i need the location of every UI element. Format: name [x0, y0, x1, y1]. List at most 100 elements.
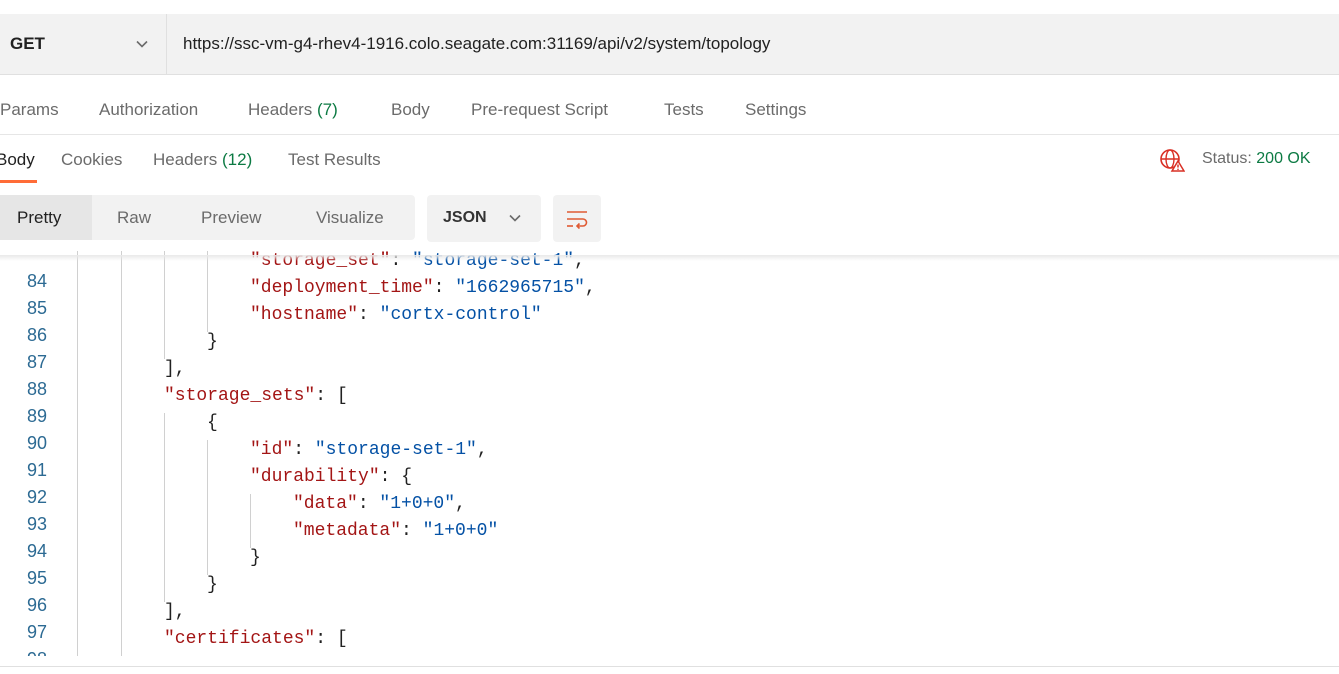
view-raw-button[interactable]: Raw: [117, 208, 151, 228]
editor-bottom-border: [0, 666, 1339, 667]
code-line: 94 "metadata": "1+0+0": [0, 521, 1339, 561]
tab-label: Headers: [248, 100, 313, 119]
active-tab-underline: [0, 180, 37, 183]
tab-label: Settings: [745, 100, 807, 119]
json-key: "id": [250, 440, 294, 460]
wrap-lines-button[interactable]: [553, 195, 601, 242]
tab-response-body[interactable]: Body: [0, 150, 35, 170]
view-preview-button[interactable]: Preview: [201, 208, 261, 228]
code-text: "hostname": "cortx-control": [250, 305, 542, 325]
json-key: "deployment_time": [250, 278, 434, 298]
json-key: "certificates": [164, 629, 316, 649]
code-text: "deployment_time": "1662965715",: [250, 278, 596, 298]
tab-label: Body: [391, 100, 430, 119]
tab-tests[interactable]: Tests: [664, 100, 704, 120]
tab-body[interactable]: Body: [391, 100, 430, 120]
response-headers-count: (12): [222, 150, 253, 169]
json-punct: ,: [476, 440, 488, 460]
code-text: "data": "1+0+0",: [293, 494, 466, 514]
chevron-down-icon: [136, 40, 148, 48]
json-punct: : [: [315, 629, 348, 649]
code-line: 90 {: [0, 413, 1339, 453]
json-punct: :: [293, 440, 315, 460]
status-label: Status:: [1202, 150, 1252, 167]
view-visualize-button[interactable]: Visualize: [316, 208, 384, 228]
code-text: "id": "storage-set-1",: [250, 440, 488, 460]
json-string: "1+0+0": [422, 521, 499, 541]
code-text: ],: [164, 602, 186, 622]
response-tabs: Body Cookies Headers (12) Test Results S…: [0, 135, 1339, 183]
json-punct: :: [401, 521, 423, 541]
json-punct: }: [250, 548, 261, 568]
json-punct: }: [207, 332, 218, 352]
code-text: "storage_sets": [: [164, 386, 348, 406]
code-line: 85 "deployment_time": "1662965715",: [0, 278, 1339, 318]
tab-cookies[interactable]: Cookies: [61, 150, 122, 170]
method-label: GET: [10, 34, 45, 53]
tab-pre-request-script[interactable]: Pre-request Script: [471, 100, 608, 120]
json-punct: }: [207, 575, 218, 595]
format-select[interactable]: JSON: [427, 195, 541, 242]
json-punct: :: [357, 494, 380, 514]
code-text: }: [250, 548, 261, 568]
code-text: "storage_set": "storage-set-1",: [250, 251, 585, 271]
response-body-editor[interactable]: 84 "storage_set": "storage-set-1", 85 "d…: [0, 251, 1339, 656]
code-line: 88 ],: [0, 359, 1339, 399]
json-punct: ,: [574, 251, 585, 271]
code-text: }: [207, 575, 218, 595]
tab-settings[interactable]: Settings: [745, 100, 806, 120]
json-string: "storage-set-1": [314, 440, 477, 460]
response-toolbar: Pretty Raw Preview Visualize JSON: [0, 195, 1339, 243]
json-key: "storage_set": [250, 251, 391, 271]
wrap-lines-icon: [567, 211, 588, 230]
top-strip: [0, 0, 1339, 15]
json-punct: ],: [164, 602, 186, 622]
code-text: "metadata": "1+0+0": [293, 521, 498, 541]
json-string: "1+0+0": [379, 494, 456, 514]
view-pretty-button[interactable]: Pretty: [17, 208, 61, 228]
request-url-bar: GET https://ssc-vm-g4-rhev4-1916.colo.se…: [0, 14, 1339, 75]
json-punct: ],: [164, 359, 186, 379]
status-value: 200 OK: [1256, 150, 1311, 167]
toolbar-shadow: [0, 255, 1339, 261]
code-text: }: [207, 332, 218, 352]
method-select[interactable]: GET: [0, 14, 167, 74]
tab-label: Tests: [664, 100, 704, 119]
tab-response-headers[interactable]: Headers (12): [153, 150, 252, 170]
code-line: 92 "durability": {: [0, 467, 1339, 507]
json-string: "cortx-control": [379, 305, 542, 325]
tab-label: Test Results: [288, 150, 381, 169]
tab-authorization[interactable]: Authorization: [99, 100, 198, 120]
json-punct: :: [358, 305, 380, 325]
json-string: "1662965715": [455, 278, 585, 298]
json-punct: :: [390, 251, 413, 271]
code-line: 93 "data": "1+0+0",: [0, 494, 1339, 534]
code-line: 86 "hostname": "cortx-control": [0, 305, 1339, 345]
line-number: 98: [0, 649, 47, 656]
request-tabs: Params Authorization Headers (7) Body Pr…: [0, 74, 1339, 135]
json-key: "storage_sets": [164, 386, 316, 406]
json-key: "data": [293, 494, 358, 514]
code-line: 91 "id": "storage-set-1",: [0, 440, 1339, 480]
code-line: 96 }: [0, 575, 1339, 615]
code-text: ],: [164, 359, 186, 379]
url-input[interactable]: https://ssc-vm-g4-rhev4-1916.colo.seagat…: [183, 34, 770, 54]
tab-params[interactable]: Params: [0, 100, 59, 120]
json-key: "durability": [250, 467, 380, 487]
code-line: 89 "storage_sets": [: [0, 386, 1339, 426]
view-mode-switcher: Pretty Raw Preview Visualize: [0, 195, 415, 240]
tab-label: Headers: [153, 150, 218, 169]
tab-label: Authorization: [99, 100, 199, 119]
code-line: 98 "certificates": [: [0, 629, 1339, 656]
network-globe-icon[interactable]: [1159, 148, 1185, 172]
tab-test-results[interactable]: Test Results: [288, 150, 381, 170]
code-line: 97 ],: [0, 602, 1339, 642]
headers-count: (7): [317, 100, 338, 119]
json-punct: : {: [379, 467, 413, 487]
tab-label: Params: [0, 100, 59, 119]
chevron-down-icon: [509, 214, 521, 222]
json-key: "metadata": [293, 521, 402, 541]
json-punct: ,: [584, 278, 596, 298]
json-punct: ,: [455, 494, 466, 514]
tab-headers[interactable]: Headers (7): [248, 100, 338, 120]
